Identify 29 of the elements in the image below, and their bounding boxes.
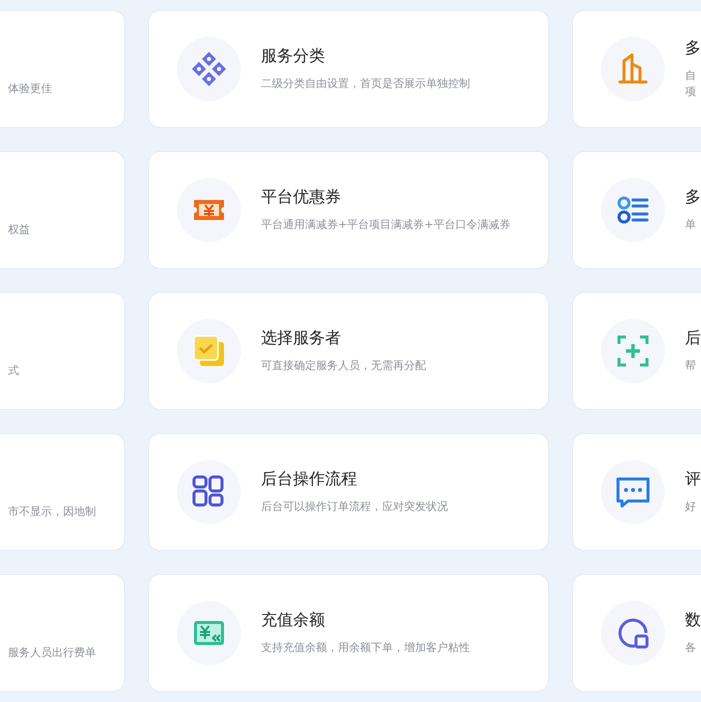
feature-description: 项 [685,84,697,100]
diamonds-icon [191,51,227,87]
feature-title: 服务分类 [261,46,326,67]
feature-title: 多 [685,38,701,59]
checkbox-icon [191,333,227,369]
feature-title: 评 [685,469,701,490]
feature-description: 市不显示，因地制 [8,505,96,518]
feature-title: 平台优惠券 [261,187,342,208]
feature-description: 服务人员出行费单 [8,646,96,659]
feature-title: 数 [685,610,701,631]
feature-description: 权益 [8,223,30,236]
feature-description: 式 [8,364,19,377]
feature-description: 各 [685,640,697,656]
feature-title: 多 [685,187,701,208]
feature-description: 支持充值余额，用余额下单，增加客户粘性 [261,640,470,656]
feature-description: 后台可以操作订单流程，应对突发状况 [261,499,448,515]
feature-description: 自 [685,68,697,84]
feature-description: 二级分类自由设置，首页是否展示单独控制 [261,76,470,92]
feature-description: 平台通用满减券+平台项目满减券+平台口令满减券 [261,217,510,233]
feature-title: 选择服务者 [261,328,342,349]
feature-title: 充值余额 [261,610,326,631]
feature-description: 单 [685,217,697,233]
feature-description: 好 [685,499,697,515]
scan-plus-icon [615,333,651,369]
feature-description: 可直接确定服务人员，无需再分配 [261,358,426,374]
feature-description: 体验更佳 [8,82,52,95]
feature-description: 帮 [685,358,697,374]
feature-title: 后 [685,328,701,349]
feature-title: 后台操作流程 [261,469,358,490]
